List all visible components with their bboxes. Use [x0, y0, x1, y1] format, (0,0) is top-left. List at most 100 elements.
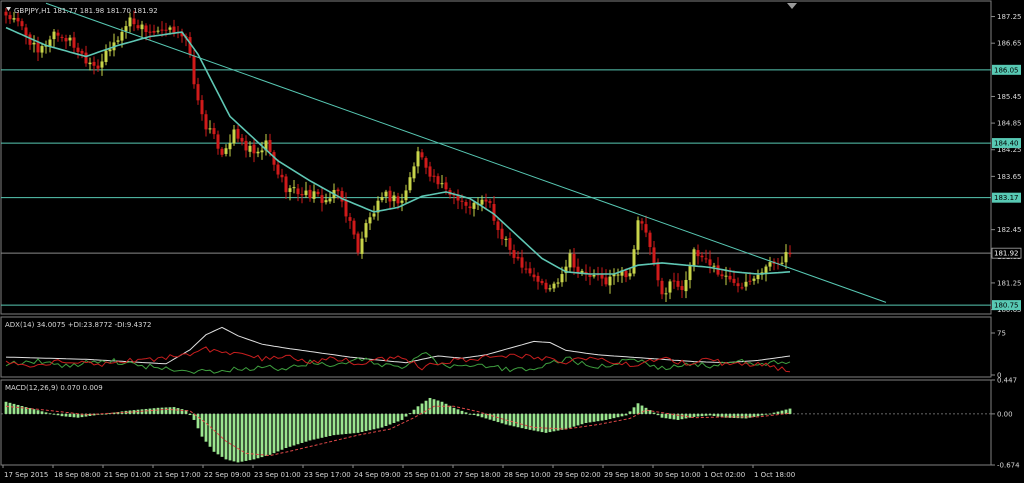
candle-body [648, 232, 652, 248]
time-tick-label: 28 Sep 10:00 [504, 471, 551, 479]
candle-body [552, 283, 556, 289]
macd-histogram-bar [400, 413, 404, 420]
macd-histogram-bar [596, 413, 600, 422]
candle-body [544, 282, 548, 290]
macd-histogram-bar [12, 403, 16, 414]
macd-histogram-bar [448, 405, 452, 414]
macd-histogram-bar [276, 413, 280, 452]
macd-histogram-bar [232, 413, 236, 462]
macd-histogram-bar [360, 413, 364, 432]
candle-body [328, 198, 332, 202]
macd-histogram-bar [652, 412, 656, 414]
candle-body [160, 29, 164, 31]
candle-body [128, 17, 132, 27]
macd-histogram-bar [744, 413, 748, 419]
candle-body [644, 224, 648, 233]
macd-histogram-bar [664, 413, 668, 419]
macd-histogram-bar [344, 413, 348, 434]
macd-histogram-bar [256, 413, 260, 459]
time-tick-label: 29 Sep 18:00 [604, 471, 651, 479]
macd-histogram-bar [196, 413, 200, 429]
macd-histogram-bar [508, 413, 512, 426]
candle-body [228, 143, 232, 150]
macd-histogram-bar [536, 413, 540, 432]
macd-histogram-bar [356, 413, 360, 433]
price-tick-label: 184.85 [997, 120, 1022, 128]
candle-body [64, 38, 68, 42]
candle-body [540, 280, 544, 284]
candle-body [764, 266, 768, 274]
macd-histogram-bar [680, 413, 684, 420]
macd-histogram-bar [492, 413, 496, 421]
macd-histogram-bar [404, 413, 408, 417]
time-tick-label: 21 Sep 01:00 [104, 471, 151, 479]
candle-body [444, 182, 448, 190]
macd-histogram-bar [556, 413, 560, 431]
macd-histogram-bar [320, 413, 324, 438]
macd-histogram-bar [736, 413, 740, 419]
candle-body [148, 31, 152, 33]
macd-info: MACD(12,26,9) 0.070 0.009 [5, 384, 103, 392]
candle-body [624, 270, 628, 278]
macd-histogram-bar [476, 413, 480, 417]
macd-histogram-bar [180, 409, 184, 414]
candle-body [32, 42, 36, 45]
candle-body [472, 202, 476, 209]
macd-histogram-bar [504, 413, 508, 425]
macd-histogram-bar [456, 409, 460, 414]
macd-histogram-bar [460, 410, 464, 414]
macd-histogram-bar [696, 413, 700, 417]
candle-body [336, 189, 340, 192]
macd-tick-label: -0.674 [997, 462, 1020, 470]
macd-histogram-bar [464, 412, 468, 414]
macd-histogram-bar [572, 413, 576, 427]
macd-histogram-bar [304, 413, 308, 442]
candle-body [528, 268, 532, 274]
macd-histogram-bar [148, 408, 152, 414]
candle-body [508, 238, 512, 250]
macd-histogram-bar [624, 413, 628, 416]
time-tick-label: 21 Sep 17:00 [154, 471, 201, 479]
candle-body [280, 174, 284, 178]
candle-body [384, 191, 388, 197]
macd-histogram-bar [440, 401, 444, 414]
macd-histogram-bar [612, 413, 616, 419]
macd-histogram-bar [628, 411, 632, 414]
candle-body [464, 201, 468, 206]
candle-body [504, 238, 508, 240]
candle-body [16, 17, 20, 22]
candle-body [4, 11, 8, 16]
candle-body [736, 283, 740, 287]
candle-body [732, 278, 736, 283]
macd-histogram-bar [716, 413, 720, 417]
time-tick-label: 17 Sep 2015 [4, 471, 48, 479]
macd-histogram-bar [512, 413, 516, 427]
candle-body [560, 274, 564, 283]
trading-chart[interactable]: 187.25186.65185.45184.85184.25183.65182.… [0, 0, 1024, 483]
candle-body [240, 137, 244, 142]
candle-body [40, 46, 44, 53]
macd-histogram-bar [608, 413, 612, 420]
macd-histogram-bar [32, 409, 36, 414]
candle-body [668, 281, 672, 293]
macd-histogram-bar [468, 413, 472, 415]
macd-histogram-bar [548, 413, 552, 433]
candle-body [168, 27, 172, 30]
candle-body [664, 293, 668, 295]
candle-body [244, 140, 248, 151]
candle-body [144, 25, 148, 32]
time-tick-label: 25 Sep 01:00 [404, 471, 451, 479]
candle-body [460, 200, 464, 202]
candle-body [708, 259, 712, 266]
candle-body [724, 275, 728, 277]
macd-histogram-bar [568, 413, 572, 428]
symbol-info: GBPJPY,H1 181.77 181.98 181.70 181.92 [14, 7, 158, 15]
candle-body [292, 187, 296, 189]
level-price-tag-label: 183.17 [994, 194, 1019, 202]
price-tick-label: 182.45 [997, 226, 1022, 234]
price-tick-label: 187.25 [997, 13, 1022, 21]
candle-body [204, 114, 208, 130]
time-tick-label: 22 Sep 09:00 [204, 471, 251, 479]
candle-body [308, 189, 312, 199]
macd-histogram-bar [376, 413, 380, 429]
